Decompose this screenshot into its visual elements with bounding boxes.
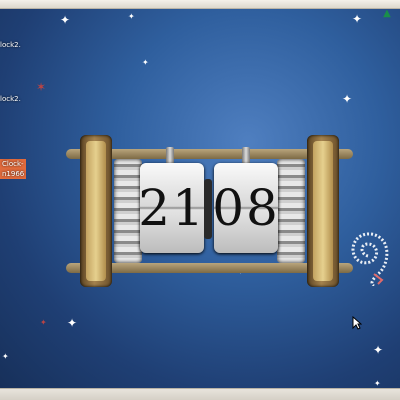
- star-icon: ✦: [373, 343, 384, 357]
- desktop-icon-label-selected[interactable]: Clock-: [0, 159, 26, 169]
- desktop-icon-label[interactable]: lock2.: [0, 41, 21, 49]
- bottom-panel: [0, 388, 400, 400]
- star-icon: ✦: [60, 13, 71, 27]
- clock-left-cap: [80, 135, 112, 287]
- clock-center-pivot: [204, 179, 212, 239]
- star-icon: ✦: [142, 58, 149, 67]
- clock-hours-card: 21: [138, 163, 204, 253]
- desktop-icon-label-selected[interactable]: n1966: [0, 169, 27, 179]
- star-icon: ✦: [2, 352, 9, 361]
- star-icon: ✦: [352, 12, 363, 26]
- star-icon: ✦: [67, 316, 78, 330]
- clock-right-cap: [307, 135, 339, 287]
- desktop-icon-label[interactable]: lock2.: [0, 95, 21, 103]
- star-icon: ✦: [342, 92, 353, 106]
- tray-status-icon[interactable]: ▲: [382, 8, 392, 20]
- clock-minutes-card: 08: [212, 163, 278, 253]
- mouse-cursor-icon: [352, 316, 362, 330]
- star-icon: ✶: [36, 80, 47, 94]
- flip-clock-widget[interactable]: 21 08: [66, 135, 353, 287]
- desktop[interactable]: lock2. lock2. Clock- n1966 ✦ ✦ ✦ ✶ ✦ ✦ ✦…: [0, 9, 400, 389]
- star-icon: ✦: [40, 318, 47, 327]
- star-icon: ✦: [128, 12, 135, 21]
- clock-right-gears: [277, 159, 305, 263]
- top-panel: [0, 0, 400, 9]
